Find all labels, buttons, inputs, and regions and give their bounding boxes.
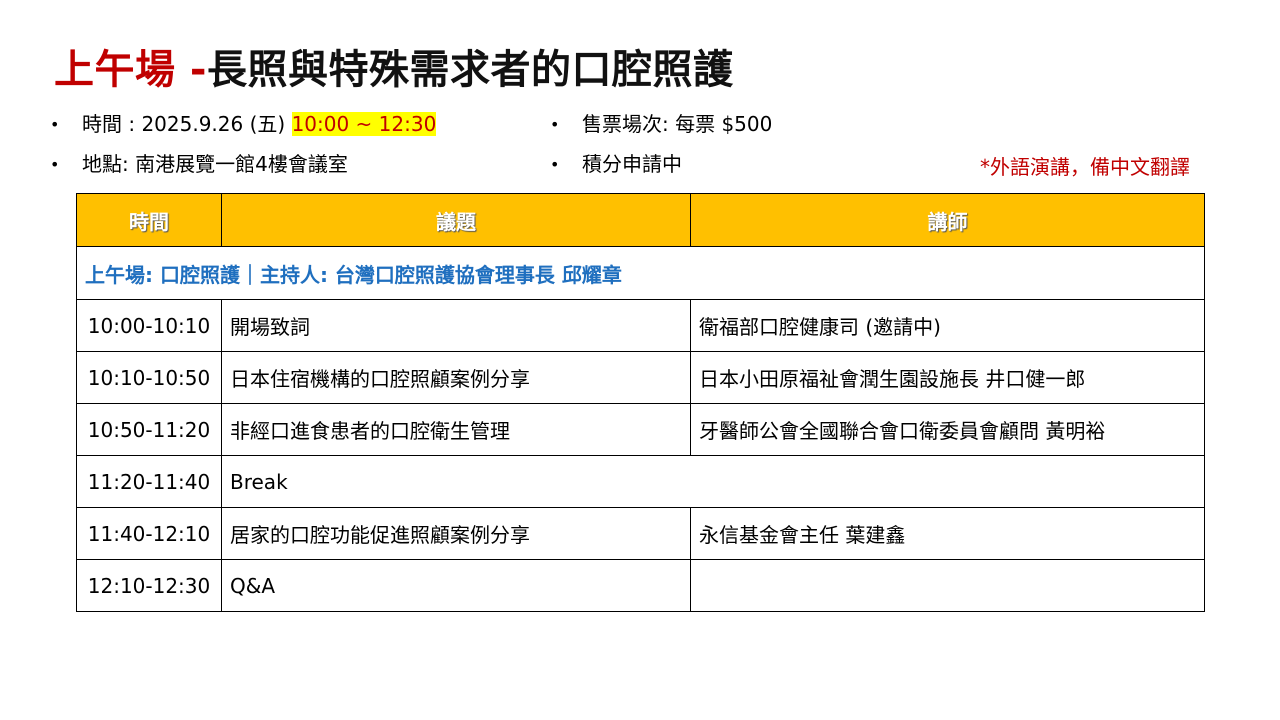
row-time: 12:10-12:30 <box>76 559 222 612</box>
row-time: 10:10-10:50 <box>76 351 222 404</box>
info-location-text: 地點: 南港展覽一館4樓會議室 <box>82 152 348 176</box>
table-row: 10:00-10:10 開場致詞 衛福部口腔健康司 (邀請中) <box>76 299 1205 352</box>
row-speaker <box>690 559 1205 612</box>
info-credits: • 積分申請中 <box>550 149 682 180</box>
bullet: • <box>50 155 60 174</box>
bullet: • <box>550 115 560 134</box>
bullet: • <box>550 155 560 174</box>
row-time: 10:50-11:20 <box>76 403 222 456</box>
header-topic: 議題 <box>221 193 691 247</box>
row-speaker: 衛福部口腔健康司 (邀請中) <box>690 299 1205 352</box>
section-title: 上午場: 口腔照護｜主持人: 台灣口腔照護協會理事長 邱耀章 <box>76 246 1205 300</box>
schedule-table: 時間 議題 講師 上午場: 口腔照護｜主持人: 台灣口腔照護協會理事長 邱耀章 … <box>76 193 1205 612</box>
row-topic: 日本住宿機構的口腔照顧案例分享 <box>221 351 691 404</box>
title-topic: 長照與特殊需求者的口腔照護 <box>207 47 734 93</box>
info-ticket: • 售票場次: 每票 $500 <box>550 109 772 140</box>
info-credits-text: 積分申請中 <box>582 152 682 176</box>
row-speaker: 永信基金會主任 葉建鑫 <box>690 507 1205 560</box>
row-topic: 居家的口腔功能促進照顧案例分享 <box>221 507 691 560</box>
section-row: 上午場: 口腔照護｜主持人: 台灣口腔照護協會理事長 邱耀章 <box>76 246 1205 300</box>
row-time: 11:20-11:40 <box>76 455 222 508</box>
translation-note: *外語演講，備中文翻譯 <box>980 155 1190 179</box>
page-title: 上午場 -長照與特殊需求者的口腔照護 <box>54 40 734 100</box>
row-time: 10:00-10:10 <box>76 299 222 352</box>
row-topic: 非經口進食患者的口腔衛生管理 <box>221 403 691 456</box>
table-row: 11:20-11:40 Break <box>76 455 1205 508</box>
row-time: 11:40-12:10 <box>76 507 222 560</box>
title-session: 上午場 - <box>54 47 208 93</box>
table-row: 10:10-10:50 日本住宿機構的口腔照顧案例分享 日本小田原福祉會潤生園設… <box>76 351 1205 404</box>
row-topic: Q&A <box>221 559 691 612</box>
row-speaker: 日本小田原福祉會潤生園設施長 井口健一郎 <box>690 351 1205 404</box>
header-speaker: 講師 <box>690 193 1205 247</box>
header-time: 時間 <box>76 193 222 247</box>
row-topic: 開場致詞 <box>221 299 691 352</box>
table-row: 11:40-12:10 居家的口腔功能促進照顧案例分享 永信基金會主任 葉建鑫 <box>76 507 1205 560</box>
info-time: • 時間 : 2025.9.26 (五) 10:00 ~ 12:30 <box>50 109 437 140</box>
table-header-row: 時間 議題 講師 <box>76 193 1205 247</box>
table-row: 10:50-11:20 非經口進食患者的口腔衛生管理 牙醫師公會全國聯合會口衛委… <box>76 403 1205 456</box>
bullet: • <box>50 115 60 134</box>
info-location: • 地點: 南港展覽一館4樓會議室 <box>50 149 348 180</box>
row-speaker: 牙醫師公會全國聯合會口衛委員會顧問 黃明裕 <box>690 403 1205 456</box>
table-row: 12:10-12:30 Q&A <box>76 559 1205 612</box>
info-time-highlight: 10:00 ~ 12:30 <box>291 112 437 136</box>
info-time-label: 時間 : 2025.9.26 (五) <box>82 112 292 136</box>
info-ticket-text: 售票場次: 每票 $500 <box>582 112 773 136</box>
row-topic: Break <box>221 455 1205 508</box>
